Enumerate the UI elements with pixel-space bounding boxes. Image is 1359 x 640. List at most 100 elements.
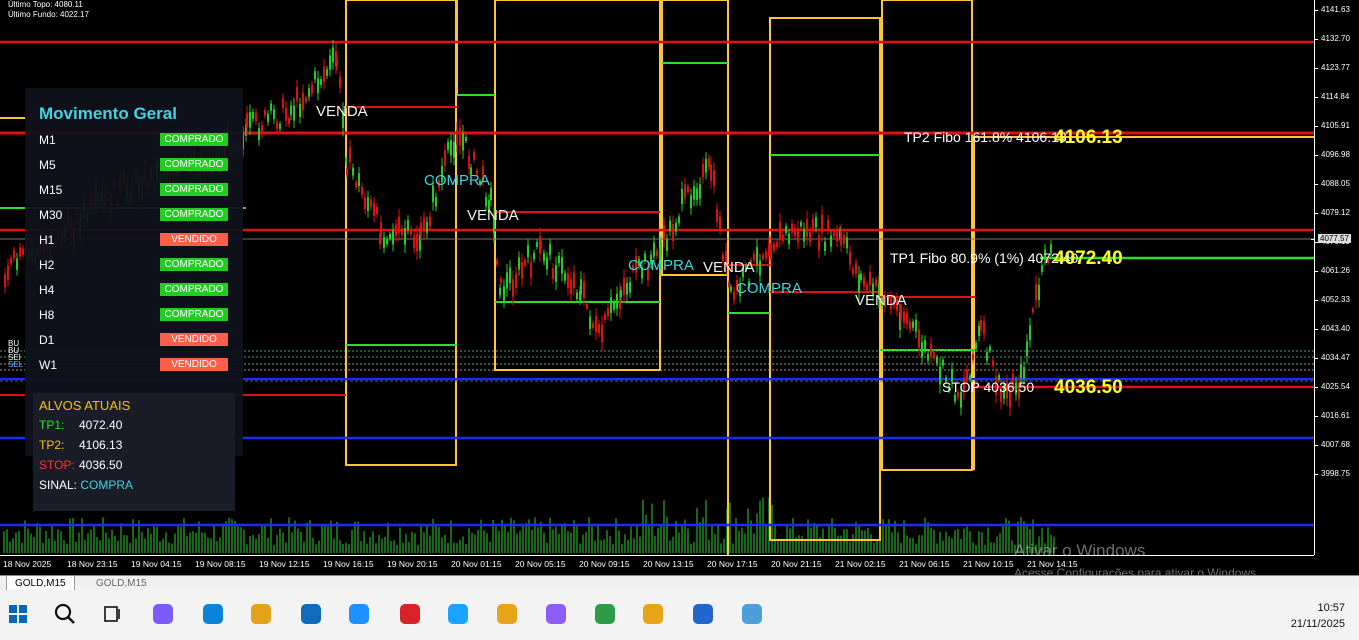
candle-body xyxy=(954,394,956,402)
status-badge: VENDIDO xyxy=(160,358,228,371)
candle-body xyxy=(776,242,778,248)
task-view-icon[interactable] xyxy=(97,599,127,629)
timeframe-row-h4: H4 COMPRADO xyxy=(39,282,234,298)
candle-body xyxy=(927,354,929,361)
microsoft-store-icon[interactable] xyxy=(296,599,326,629)
candle-body xyxy=(972,353,974,360)
candle-body xyxy=(358,173,360,186)
candle-body xyxy=(785,226,787,233)
candle-body xyxy=(939,366,941,385)
candle-body xyxy=(863,277,865,287)
candle-body xyxy=(684,184,686,198)
status-badge: COMPRADO xyxy=(160,183,228,196)
paint-icon[interactable] xyxy=(737,599,767,629)
vpn-shield-icon[interactable] xyxy=(443,599,473,629)
candle-body xyxy=(410,228,412,235)
candle-body xyxy=(918,329,920,348)
candle-body xyxy=(846,237,848,249)
tp1-row: TP1: 4072.40 xyxy=(39,418,122,432)
candle-body xyxy=(380,222,382,237)
timeframe-label: H8 xyxy=(39,308,55,322)
timeframe-label: H1 xyxy=(39,233,55,247)
price-tick-label: 4088.05 xyxy=(1314,179,1350,188)
price-tick-label: 4016.61 xyxy=(1314,411,1350,420)
candle-body xyxy=(852,268,854,275)
last-top-text: Último Topo: 4080.11 xyxy=(8,0,83,9)
search-icon[interactable] xyxy=(50,599,80,629)
top-info: Último Topo: 4080.11 Último Fundo: 4022.… xyxy=(8,0,89,20)
timeframe-row-m15: M15 COMPRADO xyxy=(39,182,234,198)
remote-desktop-icon[interactable] xyxy=(688,599,718,629)
candle-body xyxy=(567,273,569,288)
candle-body xyxy=(16,258,18,270)
candle-body xyxy=(580,278,582,295)
candle-body xyxy=(592,322,594,328)
candle-body xyxy=(521,261,523,279)
candle-body xyxy=(264,109,266,116)
candle-body xyxy=(558,255,560,264)
candle-body xyxy=(1023,367,1025,379)
game-app-icon[interactable] xyxy=(395,599,425,629)
candle-body xyxy=(836,230,838,242)
candle-body xyxy=(626,282,628,295)
timeframe-row-m30: M30 COMPRADO xyxy=(39,207,234,223)
price-tick-label: 4123.77 xyxy=(1314,63,1350,72)
price-chart[interactable]: Último Topo: 4080.11 Último Fundo: 4022.… xyxy=(0,0,1359,575)
candle-body xyxy=(555,265,557,282)
candle-body xyxy=(447,142,449,150)
candle-body xyxy=(773,243,775,251)
candle-body xyxy=(607,307,609,317)
activation-watermark-sub: Acesse Configurações para ativar o Windo… xyxy=(1014,566,1260,575)
candle-body xyxy=(708,158,710,167)
panel-title: Movimento Geral xyxy=(39,104,177,123)
candle-body xyxy=(499,287,501,296)
timeframe-row-m1: M1 COMPRADO xyxy=(39,132,234,148)
candle-body xyxy=(473,152,475,160)
candle-body xyxy=(261,125,263,134)
candle-body xyxy=(527,245,529,258)
signal-venda-label: VENDA xyxy=(316,103,368,120)
candle-body xyxy=(376,206,378,214)
time-tick-label: 20 Nov 13:15 xyxy=(643,559,694,569)
candle-body xyxy=(509,267,511,283)
candle-body xyxy=(788,233,790,245)
candle-body xyxy=(858,274,860,293)
time-tick-label: 21 Nov 06:15 xyxy=(899,559,950,569)
edge-icon[interactable] xyxy=(198,599,228,629)
messaging-app-icon[interactable] xyxy=(541,599,571,629)
finance-app-icon[interactable] xyxy=(590,599,620,629)
candle-body xyxy=(803,228,805,242)
candle-body xyxy=(540,241,542,249)
candle-body xyxy=(462,133,464,151)
candle-body xyxy=(690,195,692,209)
current-price-label: 4077.57 xyxy=(1311,234,1351,243)
copilot-icon[interactable] xyxy=(148,599,178,629)
candle-body xyxy=(849,251,851,265)
candle-body xyxy=(317,78,319,94)
candle-body xyxy=(564,273,566,281)
candle-body xyxy=(666,239,668,252)
status-badge: VENDIDO xyxy=(160,233,228,246)
tab-gold-m15-2[interactable]: GOLD,M15 xyxy=(88,576,155,591)
candle-body xyxy=(860,273,862,280)
candle-body xyxy=(818,235,820,251)
file-explorer-icon[interactable] xyxy=(246,599,276,629)
candle-body xyxy=(288,117,290,125)
candle-body xyxy=(586,304,588,309)
trading-app-2-icon[interactable] xyxy=(638,599,668,629)
trading-app-icon[interactable] xyxy=(492,599,522,629)
candle-body xyxy=(924,339,926,350)
windows-start-icon[interactable] xyxy=(3,599,33,629)
system-clock[interactable]: 10:57 21/11/2025 xyxy=(1291,600,1345,632)
mail-icon[interactable] xyxy=(344,599,374,629)
candle-body xyxy=(809,231,811,242)
status-badge: COMPRADO xyxy=(160,133,228,146)
candle-body xyxy=(546,257,548,270)
timeframe-label: H4 xyxy=(39,283,55,297)
candle-body xyxy=(710,164,712,181)
price-axis[interactable]: 4141.63 4132.70 4123.77 4114.84 4105.91 4096.… xyxy=(1311,0,1359,555)
candle-body xyxy=(530,262,532,278)
signal-venda-label: VENDA xyxy=(467,207,519,224)
candle-body xyxy=(490,187,492,201)
candle-body xyxy=(282,98,284,109)
